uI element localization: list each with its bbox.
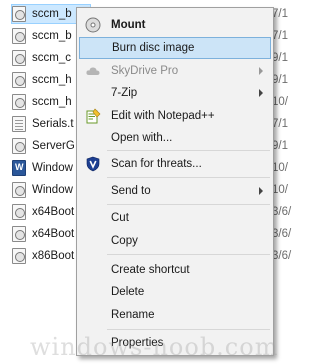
file-name: Serials.t <box>32 118 74 130</box>
menu-item-skydrive-pro[interactable]: SkyDrive Pro <box>79 60 271 82</box>
file-name: x64Boot <box>32 228 75 240</box>
context-menu: Mount Burn disc image SkyDrive Pro 7-Zip… <box>76 7 274 356</box>
disc-file-icon <box>12 182 26 198</box>
file-name: Window <box>32 184 73 196</box>
menu-label: Cut <box>111 212 129 224</box>
menu-label: SkyDrive Pro <box>111 65 179 77</box>
file-date: 9/1 <box>272 52 288 64</box>
menu-label: Scan for threats... <box>111 158 202 170</box>
chevron-right-icon <box>259 89 263 97</box>
notepad-plus-plus-icon <box>85 108 101 124</box>
file-row[interactable]: sccm_c <box>12 48 71 68</box>
menu-label: Edit with Notepad++ <box>111 110 215 122</box>
menu-separator <box>107 329 270 330</box>
file-row[interactable]: Serials.t <box>12 114 74 134</box>
menu-item-burn-disc-image[interactable]: Burn disc image <box>79 37 271 59</box>
file-date: 7/1 <box>272 8 288 20</box>
menu-separator <box>107 150 270 151</box>
file-date: 10/ <box>272 96 288 108</box>
menu-item-cut[interactable]: Cut <box>79 207 271 229</box>
file-name: sccm_h <box>32 74 72 86</box>
menu-item-copy[interactable]: Copy <box>79 230 271 252</box>
file-row[interactable]: Window <box>12 180 73 200</box>
file-date: 9/1 <box>272 74 288 86</box>
menu-label: Delete <box>111 286 145 298</box>
disc-file-icon <box>12 94 26 110</box>
word-file-icon <box>12 160 26 176</box>
file-name: sccm_h <box>32 96 72 108</box>
file-date: 7/1 <box>272 118 288 130</box>
menu-item-properties[interactable]: Properties <box>79 332 271 354</box>
file-date: 3/6/ <box>272 228 292 240</box>
disc-file-icon <box>12 138 26 154</box>
menu-label: Create shortcut <box>111 264 190 276</box>
menu-label: Rename <box>111 309 155 321</box>
text-file-icon <box>12 116 26 132</box>
menu-label: 7-Zip <box>111 87 138 99</box>
disc-file-icon <box>12 248 26 264</box>
file-date: 9/1 <box>272 140 288 152</box>
menu-separator <box>107 177 270 178</box>
disc-file-icon <box>12 28 26 44</box>
menu-item-send-to[interactable]: Send to <box>79 180 271 202</box>
menu-label: Properties <box>111 337 164 349</box>
file-name: sccm_b <box>32 8 72 20</box>
disc-file-icon <box>12 50 26 66</box>
shield-icon <box>85 156 101 172</box>
menu-item-rename[interactable]: Rename <box>79 304 271 326</box>
file-row[interactable]: sccm_h <box>12 70 72 90</box>
file-name: sccm_c <box>32 52 71 64</box>
cloud-icon <box>85 63 101 79</box>
menu-item-edit-with-notepad[interactable]: Edit with Notepad++ <box>79 105 271 127</box>
menu-item-delete[interactable]: Delete <box>79 281 271 303</box>
chevron-right-icon <box>259 67 263 75</box>
menu-separator <box>107 254 270 255</box>
file-name: Window <box>32 162 73 174</box>
menu-label: Open with... <box>111 132 173 144</box>
file-row[interactable]: x64Boot <box>12 202 74 222</box>
menu-item-mount[interactable]: Mount <box>79 14 271 36</box>
file-date: 7/1 <box>272 30 288 42</box>
file-date: 10/ <box>272 162 288 174</box>
file-name: sccm_b <box>32 30 72 42</box>
chevron-right-icon <box>259 187 263 195</box>
disc-file-icon <box>12 226 26 242</box>
menu-item-open-with[interactable]: Open with... <box>79 127 271 149</box>
file-row[interactable]: Window <box>12 158 73 178</box>
file-row[interactable]: ServerG <box>12 136 75 156</box>
disc-icon <box>85 17 101 33</box>
file-name: ServerG <box>32 140 75 152</box>
file-row[interactable]: sccm_b <box>12 26 72 46</box>
file-name: x86Boot <box>32 250 75 262</box>
file-row[interactable]: x86Boot <box>12 246 74 266</box>
file-row[interactable]: x64Boot <box>12 224 74 244</box>
disc-file-icon <box>12 204 26 220</box>
disc-file-icon <box>12 72 26 88</box>
file-date: 10/ <box>272 184 288 196</box>
file-name: x64Boot <box>32 206 75 218</box>
menu-item-scan-for-threats[interactable]: Scan for threats... <box>79 153 271 175</box>
menu-label: Burn disc image <box>112 42 195 54</box>
disc-file-icon <box>12 6 26 22</box>
file-date: 3/6/ <box>272 206 292 218</box>
menu-label: Mount <box>111 19 146 31</box>
menu-label: Send to <box>111 185 151 197</box>
file-row[interactable]: sccm_h <box>12 92 72 112</box>
menu-label: Copy <box>111 235 138 247</box>
menu-item-7zip[interactable]: 7-Zip <box>79 82 271 104</box>
file-date: 3/6/ <box>272 250 292 262</box>
menu-separator <box>107 204 270 205</box>
menu-item-create-shortcut[interactable]: Create shortcut <box>79 259 271 281</box>
